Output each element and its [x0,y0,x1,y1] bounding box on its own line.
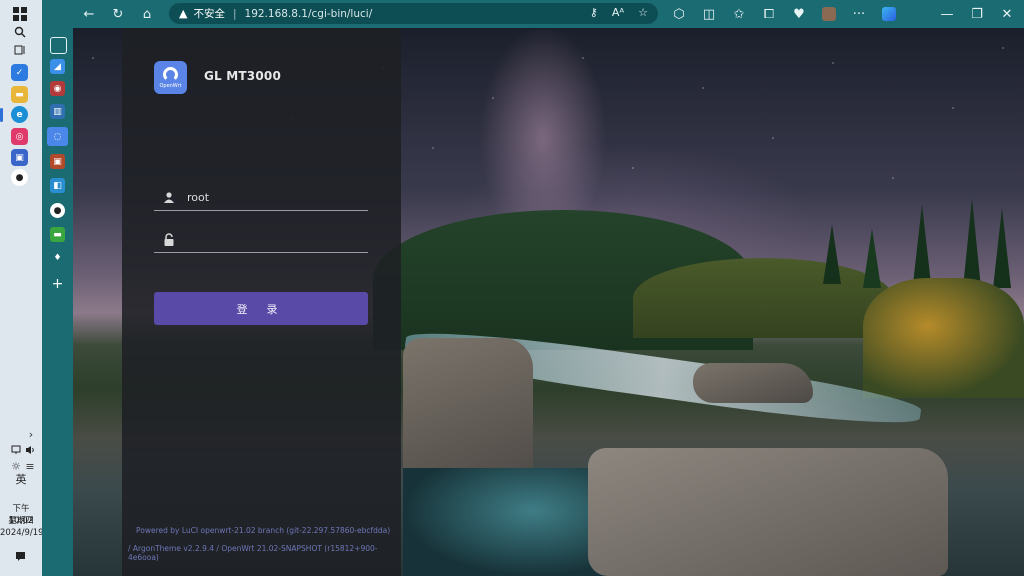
profile-avatar-icon[interactable] [820,5,838,23]
lock-icon [161,231,177,247]
browser-toolbar: ⧉ ← ↻ ⌂ ▲ 不安全 | 192.168.8.1/cgi-bin/luci… [42,0,1024,28]
pine-tree [963,198,981,288]
address-bar[interactable]: ▲ 不安全 | 192.168.8.1/cgi-bin/luci/ ⚷ Aᴬ ☆ [169,3,658,24]
photo-app-icon[interactable]: ◎ [11,128,28,145]
extensions-icon[interactable]: ⬡ [670,5,688,23]
refresh-icon[interactable]: ↻ [109,5,127,23]
clock-weekday: 星期四 [8,516,34,526]
tab-actions-icon[interactable] [50,37,67,54]
password-input[interactable] [185,231,359,247]
tab-9-favicon[interactable]: ♦ [50,250,65,265]
file-explorer-icon[interactable]: ▬ [11,86,28,103]
app-icon[interactable]: ▣ [11,149,28,166]
task-view-icon[interactable] [10,40,30,60]
user-icon [161,189,177,205]
key-icon[interactable]: ⚷ [590,6,598,19]
notification-icon[interactable] [10,546,30,566]
openwrt-logo-ring [163,66,178,82]
tab-2-favicon[interactable]: ◉ [50,81,65,96]
device-name: GL MT3000 [204,69,281,83]
collections-icon[interactable]: ⧠ [760,5,778,23]
active-indicator [0,108,3,122]
login-panel: OpenWrt GL MT3000 登 录 Powered by LuCI op… [122,28,401,576]
favorite-star-icon[interactable]: ☆ [638,6,648,19]
clock-date: 2024/9/19 [0,528,44,538]
home-icon[interactable]: ⌂ [138,5,156,23]
distant-hill [633,258,893,338]
tab-active-openwrt-favicon[interactable]: ◌ [47,127,68,146]
vertical-tab-strip: ◢ ◉ ▥ ◌ ▣ ◧ ● ▬ ♦ + [42,0,73,576]
url-text: 192.168.8.1/cgi-bin/luci/ [244,7,373,20]
tab-1-favicon[interactable]: ◢ [50,59,65,74]
close-icon[interactable]: ✕ [998,5,1016,23]
rock-ledge [588,448,948,576]
tab-7-favicon[interactable]: ● [50,203,65,218]
pine-tree [823,224,841,284]
edge-browser-icon[interactable]: e [11,106,28,123]
tab-6-favicon[interactable]: ◧ [50,178,65,193]
favorites-icon[interactable]: ✩ [730,5,748,23]
pine-tree [993,208,1011,288]
openwrt-logo: OpenWrt [154,61,187,94]
windows-start-icon[interactable] [10,4,30,24]
browser-essentials-icon[interactable]: ♥ [790,5,808,23]
rock-cliff [403,338,533,488]
qq-icon[interactable]: ● [11,169,28,186]
footer-theme-version: / ArgonTheme v2.2.9.4 / OpenWrt 21.02-SN… [128,544,378,562]
password-field[interactable] [154,226,368,253]
username-field[interactable] [154,184,368,211]
ime-indicator[interactable]: 英 [0,474,42,486]
tab-5-favicon[interactable]: ▣ [50,154,65,169]
login-button[interactable]: 登 录 [154,292,368,325]
more-options-icon[interactable]: ··· [850,5,868,23]
page-content: OpenWrt GL MT3000 登 录 Powered by LuCI op… [73,28,1024,576]
pine-tree [863,228,881,288]
autumn-trees [863,278,1024,398]
todo-app-icon[interactable]: ✓ [11,64,28,81]
username-input[interactable] [185,189,359,205]
warning-icon: ▲ [179,7,188,20]
restore-icon[interactable]: ❐ [968,5,986,23]
rock-outcrop [693,363,813,403]
split-screen-icon[interactable]: ◫ [700,5,718,23]
search-icon[interactable] [10,22,30,42]
windows-taskbar: ✓ ▬ e ◎ ▣ ● › ☼ ≡ 英 下午 10:02 星期四 2024/9/… [0,0,44,576]
security-label: 不安全 [193,8,225,20]
back-icon[interactable]: ← [80,5,98,23]
new-tab-icon[interactable]: + [50,276,65,292]
openwrt-logo-text: OpenWrt [159,82,182,89]
footer-powered-by: Powered by LuCI openwrt-21.02 branch (gi… [136,526,391,535]
pine-tree [913,204,931,284]
address-separator: | [232,7,237,20]
read-aloud-icon[interactable]: Aᴬ [612,6,624,19]
minimize-icon[interactable]: — [938,5,956,23]
copilot-icon[interactable] [880,5,898,23]
tab-3-favicon[interactable]: ▥ [50,104,65,119]
address-actions: ⚷ Aᴬ ☆ [590,6,648,19]
tab-8-favicon[interactable]: ▬ [50,227,65,242]
